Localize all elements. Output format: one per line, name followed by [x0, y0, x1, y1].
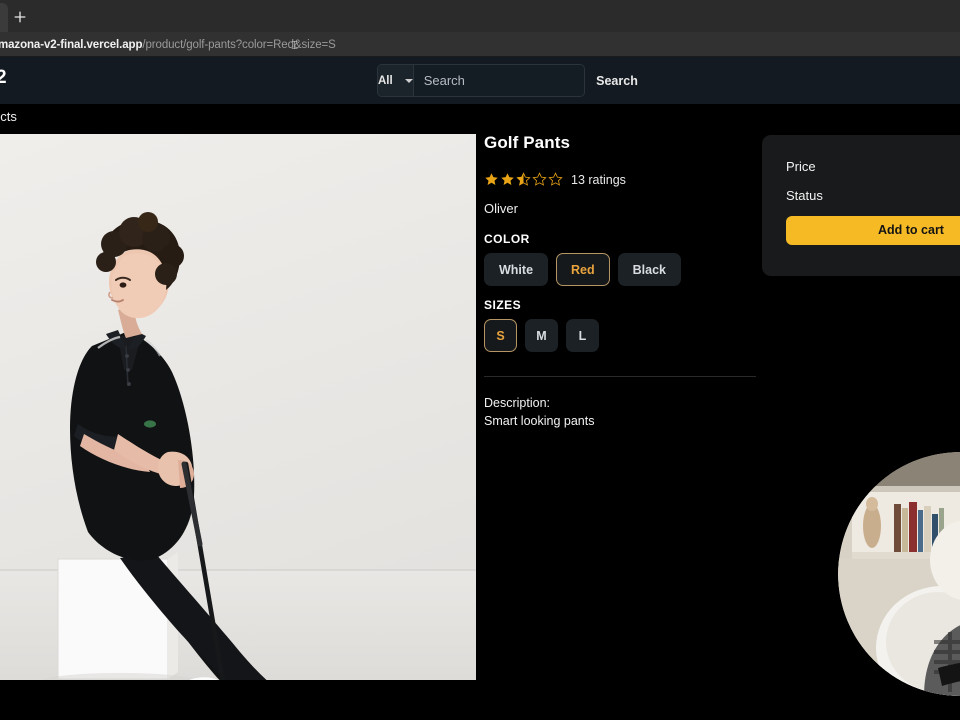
size-option-l[interactable]: L [566, 319, 599, 352]
color-options: White Red Black [484, 253, 756, 286]
star-icon-filled [500, 172, 515, 187]
status-label: Status [786, 188, 823, 203]
site-nav: ucts [0, 104, 960, 133]
ratings-count-label[interactable]: 13 ratings [571, 173, 626, 187]
product-image[interactable] [0, 134, 476, 680]
color-section-label: COLOR [484, 232, 530, 246]
site-logo[interactable]: 2 [0, 67, 7, 89]
color-option-black[interactable]: Black [617, 253, 682, 286]
text-cursor-icon: ⌶ [291, 38, 299, 52]
star-icon-half [516, 172, 531, 187]
product-rating[interactable]: 13 ratings [484, 172, 756, 187]
search-scope-label: All [378, 74, 393, 87]
browser-address-bar[interactable]: mazona-v2-final.vercel.app/product/golf-… [0, 32, 960, 83]
color-option-white[interactable]: White [484, 253, 549, 286]
browser-tab-strip [0, 0, 960, 32]
price-label: Price [786, 159, 816, 174]
url-host: mazona-v2-final.vercel.app [0, 38, 143, 51]
size-option-m[interactable]: M [525, 319, 558, 352]
description-text: Smart looking pants [484, 414, 595, 428]
product-description: Description: Smart looking pants [484, 396, 756, 428]
new-tab-button[interactable] [8, 5, 32, 29]
star-rating[interactable] [484, 172, 563, 187]
product-brand: Oliver [484, 201, 518, 216]
buy-box: Price Status Add to cart [762, 135, 960, 276]
chevron-down-icon [404, 78, 413, 83]
nav-item-products[interactable]: ucts [0, 109, 17, 124]
section-divider [484, 376, 756, 377]
search-submit-button[interactable]: Search [589, 64, 645, 97]
color-option-red[interactable]: Red [556, 253, 610, 286]
star-icon-filled [484, 172, 499, 187]
url-path: /product/golf-pants?color=Red&size=S [142, 38, 336, 51]
search-bar: All [377, 64, 585, 97]
search-scope-dropdown[interactable]: All [378, 65, 414, 96]
product-title: Golf Pants [484, 133, 571, 152]
url-text: mazona-v2-final.vercel.app/product/golf-… [0, 32, 336, 57]
description-heading: Description: [484, 396, 550, 410]
webcam-overlay[interactable] [838, 452, 960, 696]
add-to-cart-button[interactable]: Add to cart [786, 216, 960, 245]
product-details-panel: Golf Pants 13 ratings Oliver COLOR White… [484, 133, 756, 428]
star-icon-empty [548, 172, 563, 187]
size-section-label: SIZES [484, 298, 522, 312]
size-option-s[interactable]: S [484, 319, 517, 352]
browser-tab[interactable] [0, 3, 8, 32]
size-options: S M L [484, 319, 756, 352]
screen: mazona-v2-final.vercel.app/product/golf-… [0, 0, 960, 720]
star-icon-empty [532, 172, 547, 187]
search-input[interactable] [413, 65, 584, 96]
plus-icon [14, 11, 26, 23]
